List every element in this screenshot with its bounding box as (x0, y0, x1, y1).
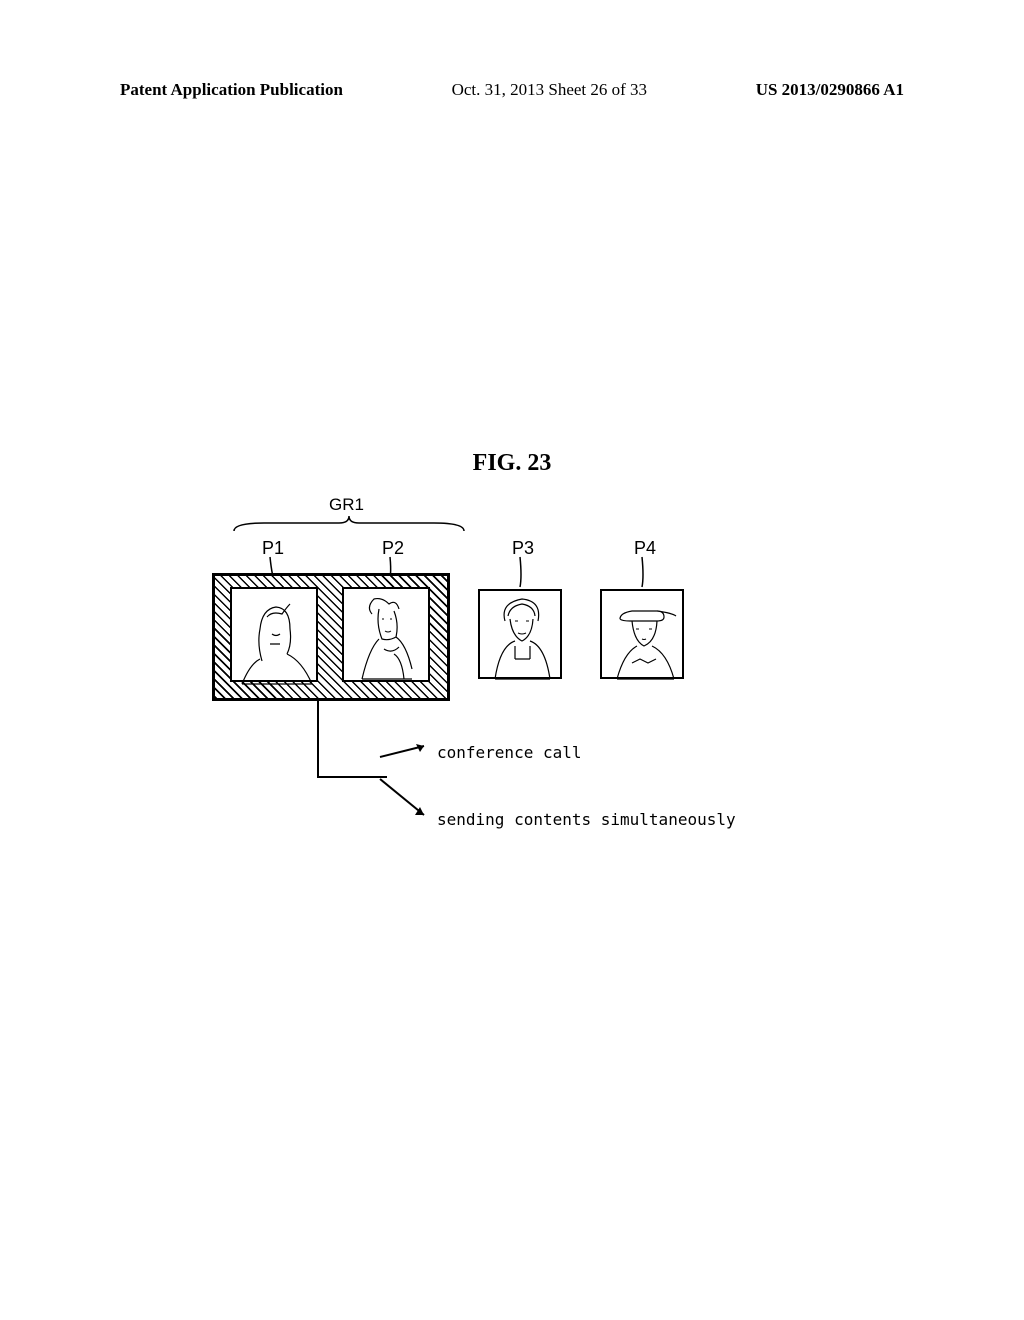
label-p1: P1 (262, 538, 284, 559)
leader-p4 (632, 557, 662, 587)
label-p4: P4 (634, 538, 656, 559)
person-sketch-p1 (232, 589, 320, 684)
action-sending-contents: sending contents simultaneously (437, 810, 736, 829)
leader-p3 (510, 557, 540, 587)
action-horizontal-line (317, 776, 387, 778)
arrow-conference (380, 743, 435, 759)
photo-p3 (478, 589, 562, 679)
page-header: Patent Application Publication Oct. 31, … (0, 80, 1024, 100)
group-label-gr1: GR1 (329, 495, 364, 515)
label-p3: P3 (512, 538, 534, 559)
photo-p1 (230, 587, 318, 682)
action-conference-call: conference call (437, 743, 582, 762)
photo-p4 (600, 589, 684, 679)
person-sketch-p4 (602, 591, 686, 681)
group-brace (224, 513, 464, 533)
header-patent-number: US 2013/0290866 A1 (756, 80, 904, 100)
action-vertical-line (317, 701, 319, 776)
label-p2: P2 (382, 538, 404, 559)
figure-title: FIG. 23 (473, 450, 552, 477)
photo-p2 (342, 587, 430, 682)
arrow-sending (380, 779, 435, 821)
header-publication: Patent Application Publication (120, 80, 343, 100)
header-date-sheet: Oct. 31, 2013 Sheet 26 of 33 (452, 80, 647, 100)
person-sketch-p2 (344, 589, 432, 684)
person-sketch-p3 (480, 591, 564, 681)
